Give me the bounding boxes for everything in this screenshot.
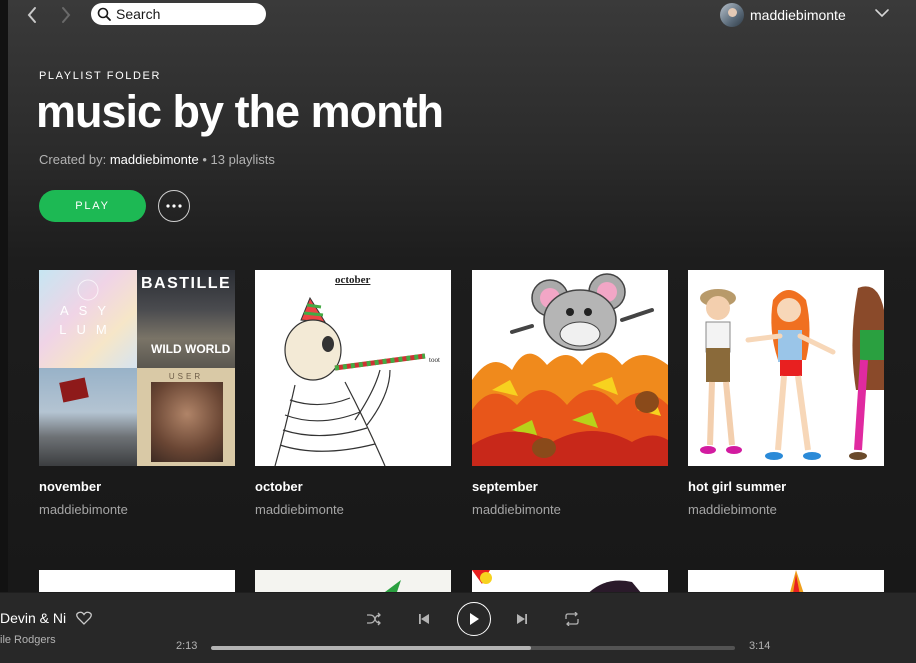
search-input[interactable] [116, 6, 256, 22]
user-menu-toggle[interactable] [874, 6, 890, 24]
top-bar: maddiebimonte [8, 0, 916, 30]
playlist-cover[interactable]: october toot [255, 270, 451, 466]
repeat-icon [565, 612, 579, 626]
track-artist[interactable]: ile Rodgers [0, 634, 62, 646]
cover-fragment [790, 570, 804, 592]
heart-icon [76, 611, 92, 625]
track-title[interactable]: Devin & Ni [0, 610, 74, 626]
more-dots-icon [166, 204, 182, 208]
playlist-card-partial[interactable] [688, 570, 884, 592]
album-art-text: ASY [59, 303, 116, 318]
mouse-in-leaves-illustration [472, 273, 668, 466]
folder-meta: Created by: maddiebimonte • 13 playlists [39, 152, 275, 167]
now-playing-bar: Devin & Ni ile Rodgers 2:13 3:14 [0, 592, 916, 663]
playlist-card-partial[interactable] [255, 570, 451, 592]
previous-button[interactable] [414, 609, 434, 629]
play-icon [470, 613, 479, 625]
page-title: music by the month [36, 86, 444, 137]
progress-bar-fill [211, 646, 531, 650]
more-options-button[interactable] [158, 190, 190, 222]
playlist-count: 13 playlists [210, 152, 275, 167]
dancing-girls-illustration [700, 286, 884, 460]
playlist-card-september[interactable]: september maddiebimonte [472, 270, 668, 517]
playlist-owner[interactable]: maddiebimonte [39, 502, 235, 517]
avatar[interactable] [720, 3, 744, 27]
playlist-card-october[interactable]: october toot october maddiebimonte [255, 270, 451, 517]
username[interactable]: maddiebimonte [750, 7, 846, 23]
skip-forward-icon [517, 614, 527, 624]
playlist-cover[interactable] [472, 270, 668, 466]
play-pause-button[interactable] [457, 602, 491, 636]
left-sidebar-edge [0, 0, 8, 592]
next-button[interactable] [512, 609, 532, 629]
playlist-title[interactable]: hot girl summer [688, 479, 884, 494]
playlist-card-november[interactable]: ASY LUM BASTILLE WILD WORLD USER novembe… [39, 270, 235, 517]
playlist-owner[interactable]: maddiebimonte [255, 502, 451, 517]
progress-bar[interactable] [211, 646, 735, 650]
skeleton-illustration [274, 296, 426, 466]
folder-type-label: PLAYLIST FOLDER [39, 70, 162, 82]
playlist-cover[interactable] [688, 270, 884, 466]
album-art-shapes [77, 279, 99, 301]
playlist-title[interactable]: october [255, 479, 451, 494]
playlist-card-partial[interactable] [472, 570, 668, 592]
chevron-right-icon [62, 7, 71, 23]
owner-link[interactable]: maddiebimonte [110, 152, 199, 167]
playlist-title[interactable]: september [472, 479, 668, 494]
album-art-wild-world: BASTILLE WILD WORLD [137, 270, 235, 368]
playlist-cover[interactable]: ASY LUM BASTILLE WILD WORLD USER [39, 270, 235, 466]
album-art-text: BASTILLE [141, 275, 232, 292]
album-art-asylum: ASY LUM [39, 270, 137, 368]
chevron-left-icon [27, 7, 36, 23]
playlist-owner[interactable]: maddiebimonte [688, 502, 884, 517]
cover-mosaic: ASY LUM BASTILLE WILD WORLD USER [39, 270, 235, 466]
main-view: maddiebimonte PLAYLIST FOLDER music by t… [8, 0, 916, 592]
search-icon [97, 7, 111, 21]
album-art-text: LUM [59, 322, 117, 337]
album-art-text: WILD WORLD [151, 342, 231, 356]
play-button[interactable]: PLAY [39, 190, 146, 222]
save-track-button[interactable] [76, 611, 94, 627]
playlist-card-partial[interactable] [39, 570, 235, 592]
cover-fragment [472, 570, 641, 592]
chevron-down-icon [875, 9, 889, 18]
shuffle-icon [367, 612, 381, 626]
shuffle-button[interactable] [364, 609, 384, 629]
forward-button[interactable] [56, 4, 76, 26]
total-time: 3:14 [749, 640, 771, 652]
search-box[interactable] [91, 3, 266, 25]
created-by-label: Created by: [39, 152, 107, 167]
album-art-photo [151, 382, 223, 462]
playlist-owner[interactable]: maddiebimonte [472, 502, 668, 517]
album-art-text: USER [168, 372, 204, 381]
playlist-card-hot-girl-summer[interactable]: hot girl summer maddiebimonte [688, 270, 884, 517]
back-button[interactable] [22, 4, 42, 26]
album-art-user: USER [137, 368, 235, 466]
user-menu[interactable]: maddiebimonte [720, 2, 846, 28]
meta-separator: • [202, 152, 207, 167]
album-art-shape [59, 377, 89, 403]
playlist-title[interactable]: november [39, 479, 235, 494]
cover-fragment [385, 580, 401, 592]
repeat-button[interactable] [562, 609, 582, 629]
skip-back-icon [419, 614, 429, 624]
cover-caption: toot [429, 356, 440, 364]
elapsed-time: 2:13 [176, 640, 198, 652]
album-art-landscape [39, 368, 137, 466]
